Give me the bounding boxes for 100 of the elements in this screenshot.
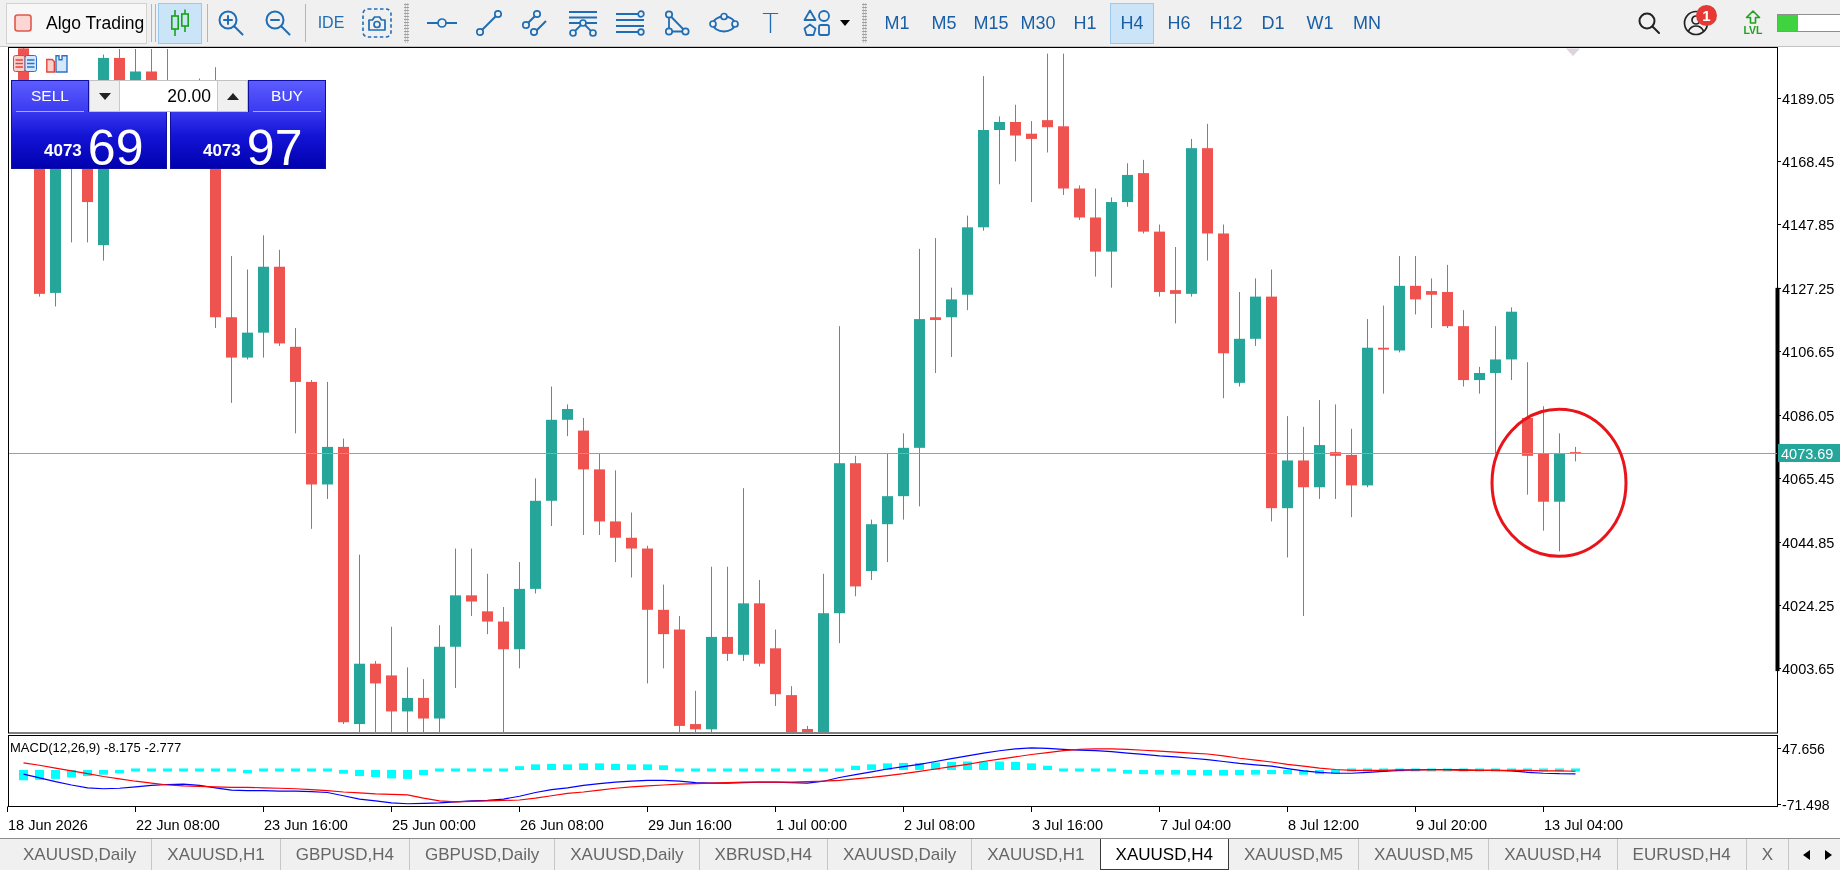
timeframe-button[interactable]: W1 xyxy=(1298,2,1342,44)
timeframe-button[interactable]: M5 xyxy=(922,2,966,44)
candlestick xyxy=(130,49,141,80)
timeframe-button[interactable]: H12 xyxy=(1204,2,1248,44)
up-arrow-icon xyxy=(1745,10,1761,25)
date-label: 29 Jun 16:00 xyxy=(648,817,732,833)
timeframe-button[interactable]: H1 xyxy=(1063,2,1107,44)
scroll-right-button[interactable] xyxy=(1825,849,1833,860)
candlestick xyxy=(1570,446,1581,462)
zoom-in-icon xyxy=(218,10,244,36)
candlestick xyxy=(786,686,797,732)
price-label: 4168.45 xyxy=(1782,153,1835,170)
account-button[interactable]: 1 xyxy=(1674,2,1718,44)
timeframe-button[interactable]: H6 xyxy=(1157,2,1201,44)
candlestick-icon xyxy=(169,9,191,37)
date-label: 7 Jul 04:00 xyxy=(1160,817,1231,833)
candlestick xyxy=(466,548,477,616)
text-tool-button[interactable]: T xyxy=(747,2,794,44)
horizontal-line-icon xyxy=(426,17,457,29)
date-label: 25 Jun 00:00 xyxy=(392,817,476,833)
date-label: 3 Jul 16:00 xyxy=(1032,817,1103,833)
candlestick xyxy=(946,287,957,357)
price-label: 4086.05 xyxy=(1782,407,1835,424)
price-label: 4106.65 xyxy=(1782,343,1835,360)
trend-line-icon xyxy=(475,10,502,36)
chart-tab[interactable]: XAUUSD,M5 xyxy=(1359,839,1490,870)
chart-tab[interactable]: XAUUSD,H4 xyxy=(1489,839,1618,870)
candlestick xyxy=(1410,255,1421,315)
fan-lines-icon xyxy=(567,9,598,37)
candlestick xyxy=(626,512,637,578)
algo-trading-button[interactable]: Algo Trading xyxy=(6,2,147,44)
price-label: 4127.25 xyxy=(1782,280,1835,297)
chart-tab[interactable]: XAUUSD,Daily xyxy=(8,839,153,870)
triangle-icon xyxy=(663,10,690,36)
sell-button[interactable]: SELL xyxy=(11,80,89,112)
ide-button[interactable]: IDE xyxy=(309,2,353,44)
notification-badge: 1 xyxy=(1696,4,1717,26)
date-label: 9 Jul 20:00 xyxy=(1416,817,1487,833)
list-icon xyxy=(13,55,37,72)
candlestick xyxy=(114,49,125,80)
caret-icon xyxy=(839,20,850,26)
volume-field[interactable]: 20.00 xyxy=(119,81,218,111)
price-label: 4065.45 xyxy=(1782,470,1835,487)
chart-tab[interactable]: XAUUSD,M5 xyxy=(1228,839,1360,870)
timeframe-button[interactable]: M15 xyxy=(969,2,1013,44)
timeframe-button[interactable]: D1 xyxy=(1251,2,1295,44)
left-triangle-icon xyxy=(1802,849,1810,860)
chart-tab[interactable]: XAUUSD,H1 xyxy=(152,839,281,870)
candlestick xyxy=(418,679,429,732)
candlestick xyxy=(1074,185,1085,220)
date-label: 26 Jun 08:00 xyxy=(520,817,604,833)
candlestick xyxy=(402,667,413,732)
date-label: 2 Jul 08:00 xyxy=(904,817,975,833)
chart-type-button[interactable] xyxy=(158,2,202,44)
account-icon xyxy=(1683,10,1709,36)
candlestick xyxy=(562,404,573,437)
price-label: 4003.65 xyxy=(1782,660,1835,677)
lvl-button[interactable]: LVL xyxy=(1731,2,1775,44)
chart-tab[interactable]: XAUUSD,H4 xyxy=(1099,839,1229,870)
shapes-icon xyxy=(802,9,831,37)
candlestick xyxy=(167,49,168,80)
price-label: 4147.85 xyxy=(1782,216,1835,233)
candlestick xyxy=(370,660,381,732)
candlestick xyxy=(482,573,493,635)
date-label: 8 Jul 12:00 xyxy=(1288,817,1359,833)
date-label: 18 Jun 2026 xyxy=(8,817,88,833)
candlestick xyxy=(994,116,1005,185)
timeframe-button[interactable]: M1 xyxy=(875,2,919,44)
candlestick xyxy=(1442,264,1453,328)
timeframe-button[interactable]: H4 xyxy=(1110,2,1154,44)
parallel-lines-icon xyxy=(521,10,550,36)
chart-tab[interactable]: GBPUSD,Daily xyxy=(409,839,556,870)
ellipse-icon xyxy=(708,11,739,35)
candlestick xyxy=(802,725,813,732)
candlestick xyxy=(690,690,701,732)
timeframe-button[interactable]: MN xyxy=(1345,2,1389,44)
candlestick xyxy=(146,49,157,80)
indicator-scale-label: -71.498 xyxy=(1782,796,1830,813)
chart-tab[interactable]: XAUUSD,Daily xyxy=(555,839,700,870)
chart-tab[interactable]: GBPUSD,H4 xyxy=(280,839,410,870)
candlestick xyxy=(1010,104,1021,162)
chart-tab[interactable]: XBRUSD,H4 xyxy=(699,839,828,870)
buy-button[interactable]: BUY xyxy=(248,80,326,112)
chart-tab[interactable]: XAUUSD,Daily xyxy=(827,839,973,870)
chart-tab[interactable]: X xyxy=(1746,839,1790,870)
date-label: 22 Jun 08:00 xyxy=(136,817,220,833)
timeframe-button[interactable]: M30 xyxy=(1016,2,1060,44)
indicator-label: MACD(12,26,9) -8.175 -2.777 xyxy=(10,740,182,755)
indicator-scale-label: 47.656 xyxy=(1782,740,1825,757)
candlestick xyxy=(866,519,877,580)
chart-tab[interactable]: EURUSD,H4 xyxy=(1617,839,1747,870)
level-lines-icon xyxy=(614,10,645,36)
camera-icon xyxy=(362,8,392,38)
scroll-left-button[interactable] xyxy=(1802,849,1810,860)
date-label: 13 Jul 04:00 xyxy=(1544,817,1623,833)
current-price-label: 4073.69 xyxy=(1778,444,1840,462)
price-label: 4044.85 xyxy=(1782,534,1835,551)
price-label: 4189.05 xyxy=(1782,90,1835,107)
candlestick xyxy=(1426,278,1437,328)
panel-icon xyxy=(46,55,68,73)
